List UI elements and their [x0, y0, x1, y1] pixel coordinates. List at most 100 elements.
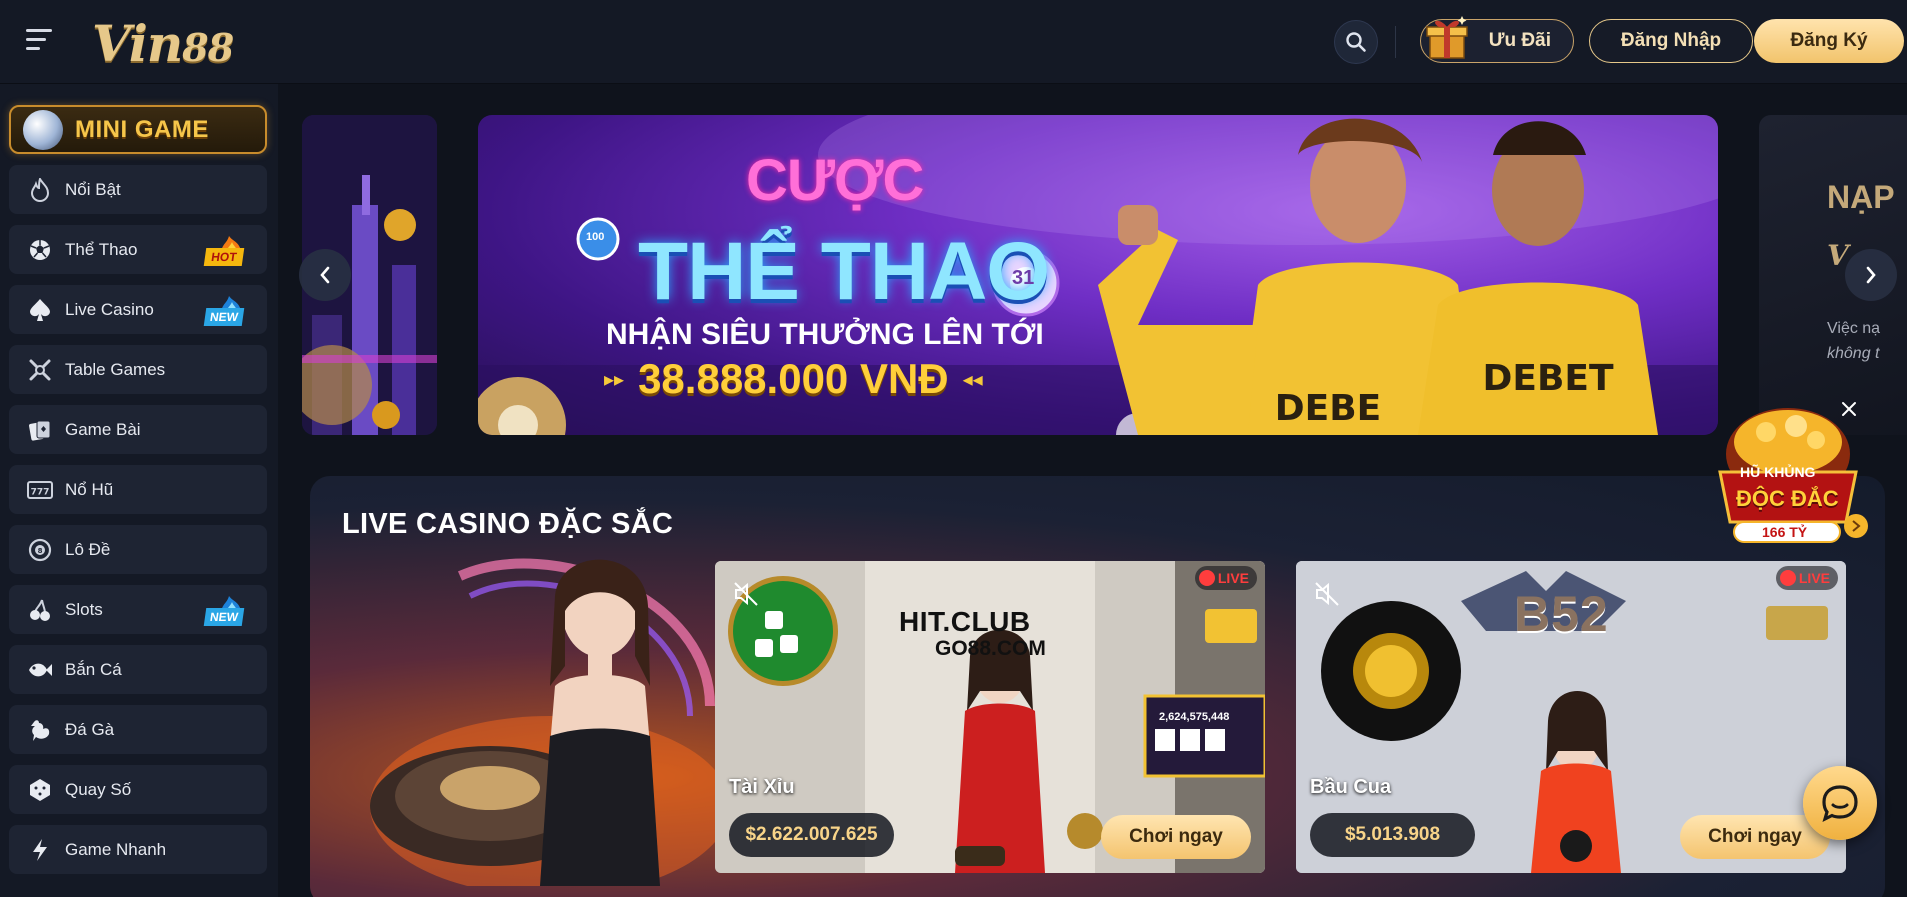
live-casino-section: LIVE CASINO ĐẶC SẮC HIT.CLUB GO88.COM 2,… [310, 476, 1885, 897]
live-label: LIVE [1798, 570, 1830, 586]
sidebar-item-lo-de[interactable]: 8 Lô Đề [9, 525, 267, 574]
sidebar-item-the-thao[interactable]: Thể Thao HOT [9, 225, 267, 274]
banner-amount-value: 38.888.000 VNĐ [638, 355, 949, 402]
svg-text:DEBE: DEBE [1275, 388, 1382, 429]
game-name: Tài Xỉu [729, 776, 795, 798]
next-banner-line1: Việc nạ [1827, 320, 1881, 337]
dealer-illustration [370, 558, 730, 886]
signup-button[interactable]: Đăng Ký [1754, 19, 1904, 63]
live-dot-icon [1780, 570, 1796, 586]
flame-icon [27, 177, 53, 203]
play-now-button[interactable]: Chơi ngay [1101, 815, 1251, 859]
jackpot-value: $2.622.007.625 [745, 824, 878, 845]
minigame-label: MINI GAME [75, 115, 209, 143]
play-now-label: Chơi ngay [1708, 826, 1802, 847]
svg-text:777: 777 [31, 487, 50, 497]
minigame-button[interactable]: MINI GAME [9, 105, 267, 154]
banner-title-2: THỂ THAO [638, 226, 1050, 317]
gift-icon [1426, 16, 1468, 59]
jackpot-line2: ĐỘC ĐẮC [1736, 486, 1839, 511]
game-name: Bầu Cua [1310, 776, 1392, 798]
new-badge: NEW [203, 594, 247, 626]
chevron-right-icon [1866, 266, 1876, 284]
play-now-label: Chơi ngay [1129, 826, 1223, 847]
sidebar-item-quay-so[interactable]: Quay Số [9, 765, 267, 814]
hot-badge-label: HOT [203, 248, 245, 266]
chevron-left-icon [320, 266, 330, 284]
sidebar-item-label: Slots [65, 599, 103, 619]
live-chat-button[interactable] [1803, 766, 1877, 840]
login-button[interactable]: Đăng Nhập [1589, 19, 1753, 63]
jackpot-value: $5.013.908 [1344, 824, 1441, 845]
sidebar-item-label: Game Bài [65, 419, 141, 439]
muted-speaker-icon[interactable] [731, 579, 761, 609]
muted-speaker-icon[interactable] [1312, 579, 1342, 609]
live-badge: LIVE [1776, 566, 1838, 590]
fish-icon [27, 657, 53, 683]
jackpot-amount: $2.622.007.625 [729, 813, 894, 857]
game-card-tai-xiu[interactable]: HIT.CLUB GO88.COM 2,624,575,448 LIVE Tài… [715, 561, 1265, 873]
hot-badge: HOT [203, 234, 247, 266]
brand-title: B52 [1514, 586, 1609, 642]
live-label: LIVE [1217, 570, 1249, 586]
chat-bubble-icon [1822, 785, 1858, 823]
header-divider [1395, 26, 1396, 58]
sidebar-item-game-nhanh[interactable]: Game Nhanh [9, 825, 267, 874]
cherries-icon [27, 597, 53, 623]
sidebar-item-da-ga[interactable]: Đá Gà [9, 705, 267, 754]
dice-icon [27, 777, 53, 803]
signup-label: Đăng Ký [1790, 30, 1868, 51]
sidebar-item-game-bai[interactable]: Game Bài [9, 405, 267, 454]
sidebar-item-live-casino[interactable]: Live Casino NEW [9, 285, 267, 334]
minigame-ball-icon [23, 109, 63, 150]
sidebar-item-label: Live Casino [65, 299, 154, 319]
svg-text:8: 8 [38, 547, 43, 555]
bingo-ball-label: 31 [1012, 267, 1035, 289]
rooster-icon [27, 717, 53, 743]
jackpot-amount: $5.013.908 [1310, 813, 1475, 857]
site-logo[interactable]: Vin88 [92, 14, 234, 73]
sidebar-item-table-games[interactable]: Table Games [9, 345, 267, 394]
sidebar-item-label: Nổi Bật [65, 179, 121, 199]
jackpot-line1: HŨ KHỦNG [1740, 464, 1816, 480]
new-badge-label: NEW [203, 608, 245, 626]
sidebar-item-label: Table Games [65, 359, 166, 379]
sidebar-item-label: Quay Số [65, 779, 132, 799]
banner-next-button[interactable] [1845, 249, 1897, 301]
menu-icon[interactable] [26, 29, 52, 51]
top-header: Vin88 Ưu Đãi Đăng Nhập Đăng Ký [0, 0, 1907, 84]
sidebar-item-label: Game Nhanh [65, 839, 167, 859]
sidebar-item-no-hu[interactable]: 777 Nổ Hũ [9, 465, 267, 514]
next-banner-line2: không t [1827, 345, 1880, 362]
sidebar-item-label: Đá Gà [65, 719, 115, 739]
new-badge: NEW [203, 294, 247, 326]
live-dot-icon [1199, 570, 1215, 586]
playing-cards-icon [27, 417, 53, 443]
sidebar-item-ban-ca[interactable]: Bắn Cá [9, 645, 267, 694]
lottery-ball-icon: 8 [27, 537, 53, 563]
hero-banner[interactable]: DEBET DEBE CƯỢC THỂ THAO NHẬN SIÊU THƯỞN… [478, 115, 1718, 435]
arrow-left-icon: ◂◂ [962, 368, 983, 391]
sidebar-item-noi-bat[interactable]: Nổi Bật [9, 165, 267, 214]
soccer-ball-icon [27, 237, 53, 263]
live-badge: LIVE [1195, 566, 1257, 590]
arrow-right-icon: ▸▸ [604, 368, 625, 391]
screen-value: 2,624,575,448 [1159, 711, 1230, 723]
login-label: Đăng Nhập [1620, 30, 1722, 51]
banner-prev-button[interactable] [299, 249, 351, 301]
search-icon [1346, 32, 1366, 52]
sidebar-item-slots[interactable]: Slots NEW [9, 585, 267, 634]
brand-title: HIT.CLUB [899, 606, 1031, 637]
banner-amount: ▸▸ 38.888.000 VNĐ ◂◂ [604, 355, 983, 403]
banner-title-1: CƯỢC [746, 148, 924, 213]
section-title: LIVE CASINO ĐẶC SẮC [342, 508, 674, 540]
slot-777-icon: 777 [27, 477, 53, 503]
sidebar-item-label: Thể Thao [65, 239, 138, 259]
game-card-bau-cua[interactable]: B52 LIVE Bầu Cua $5.013.908 Chơi ngay [1296, 561, 1846, 873]
svg-text:DEBET: DEBET [1482, 358, 1614, 399]
sidebar: MINI GAME Nổi Bật Thể Thao HOT Live Casi… [0, 84, 278, 897]
new-badge-label: NEW [203, 308, 245, 326]
promo-label: Ưu Đãi [1488, 30, 1551, 51]
search-button[interactable] [1334, 20, 1378, 64]
jackpot-widget[interactable]: HŨ KHỦNG ĐỘC ĐẮC 166 TỶ [1706, 402, 1870, 548]
